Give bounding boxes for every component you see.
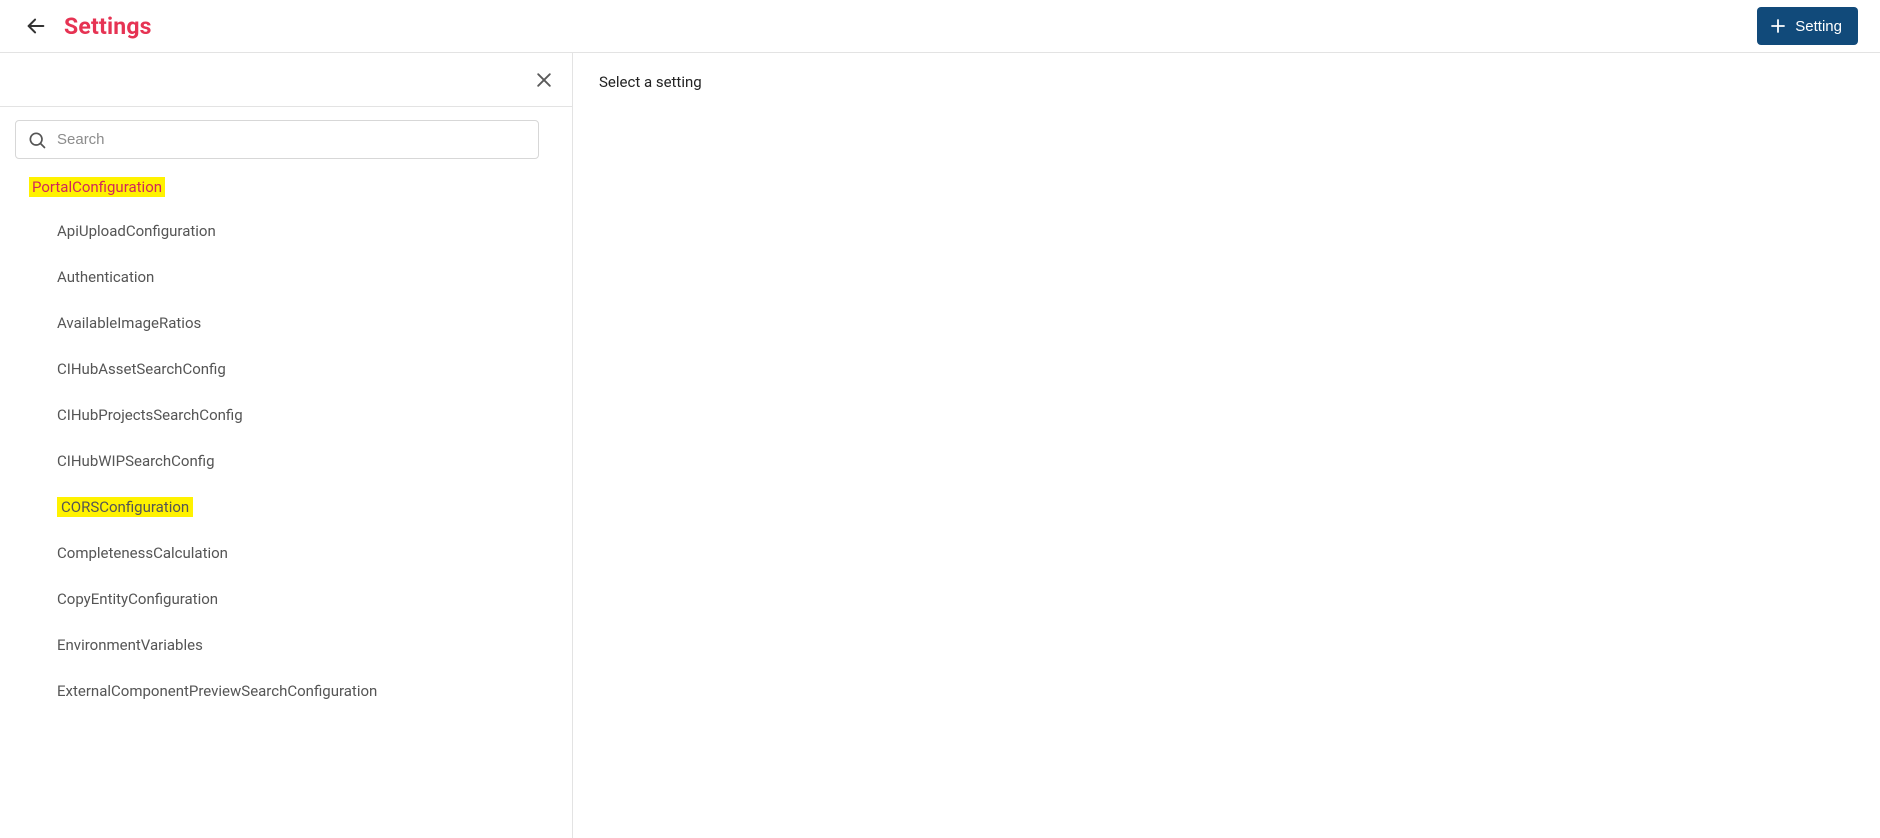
settings-items: ApiUploadConfigurationAuthenticationAvai… [15, 208, 557, 714]
add-setting-button[interactable]: Setting [1757, 7, 1858, 45]
setting-item[interactable]: EnvironmentVariables [57, 622, 203, 668]
list-item[interactable]: CORSConfiguration [57, 484, 557, 530]
category-portalconfiguration[interactable]: PortalConfiguration [29, 177, 165, 197]
setting-item[interactable]: ExternalComponentPreviewSearchConfigurat… [57, 668, 377, 714]
search-box[interactable] [15, 120, 539, 159]
search-icon [27, 130, 47, 150]
list-item[interactable]: Authentication [57, 254, 557, 300]
search-wrap [0, 107, 572, 172]
setting-item[interactable]: ApiUploadConfiguration [57, 208, 216, 254]
add-setting-label: Setting [1795, 18, 1842, 35]
content-placeholder: Select a setting [599, 73, 1854, 91]
list-item[interactable]: CopyEntityConfiguration [57, 576, 557, 622]
setting-item[interactable]: AvailableImageRatios [57, 300, 201, 346]
list-item[interactable]: AvailableImageRatios [57, 300, 557, 346]
page-title: Settings [64, 13, 152, 40]
close-sidebar-button[interactable] [526, 62, 562, 98]
list-item[interactable]: CIHubAssetSearchConfig [57, 346, 557, 392]
setting-item[interactable]: CIHubAssetSearchConfig [57, 346, 226, 392]
setting-item[interactable]: CIHubProjectsSearchConfig [57, 392, 243, 438]
setting-item[interactable]: CompletenessCalculation [57, 530, 228, 576]
list-item[interactable]: CIHubProjectsSearchConfig [57, 392, 557, 438]
category-row[interactable]: PortalConfiguration [15, 172, 557, 202]
setting-item[interactable]: CORSConfiguration [57, 497, 193, 517]
settings-sidebar: PortalConfiguration ApiUploadConfigurati… [0, 53, 573, 838]
list-item[interactable]: ApiUploadConfiguration [57, 208, 557, 254]
back-button[interactable] [22, 12, 50, 40]
list-item[interactable]: CIHubWIPSearchConfig [57, 438, 557, 484]
list-item[interactable]: ExternalComponentPreviewSearchConfigurat… [57, 668, 557, 714]
sidebar-top-bar [0, 53, 572, 107]
setting-item[interactable]: CopyEntityConfiguration [57, 576, 218, 622]
list-item[interactable]: EnvironmentVariables [57, 622, 557, 668]
content-panel: Select a setting [573, 53, 1880, 838]
settings-tree[interactable]: PortalConfiguration ApiUploadConfigurati… [0, 172, 572, 838]
setting-item[interactable]: Authentication [57, 254, 154, 300]
app-header: Settings Setting [0, 0, 1880, 53]
plus-icon [1769, 17, 1787, 35]
main-split: PortalConfiguration ApiUploadConfigurati… [0, 53, 1880, 838]
setting-item[interactable]: CIHubWIPSearchConfig [57, 438, 215, 484]
list-item[interactable]: CompletenessCalculation [57, 530, 557, 576]
close-icon [534, 70, 554, 90]
arrow-left-icon [25, 15, 47, 37]
search-input[interactable] [57, 131, 538, 148]
